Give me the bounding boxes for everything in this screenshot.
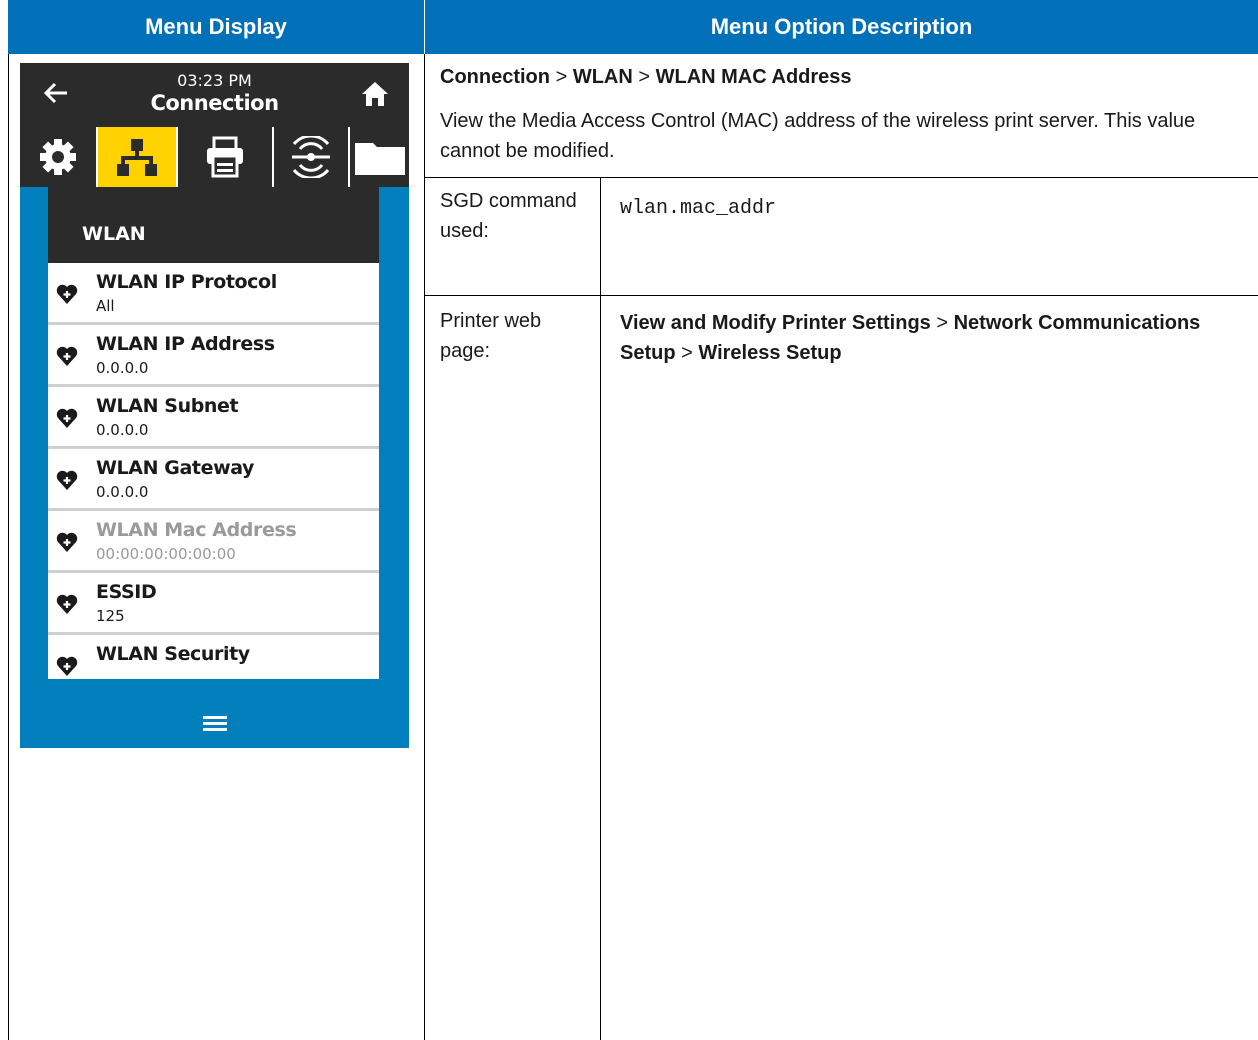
gear-icon xyxy=(40,139,76,175)
item-name: WLAN Mac Address xyxy=(96,519,297,541)
tab-settings[interactable] xyxy=(20,127,96,187)
item-value: 0.0.0.0 xyxy=(96,421,149,439)
favorite-add-icon xyxy=(56,346,78,366)
item-name: WLAN Gateway xyxy=(96,457,255,479)
list-item-wlan-ip-address[interactable]: WLAN IP Address 0.0.0.0 xyxy=(48,325,379,387)
list-item-wlan-gateway[interactable]: WLAN Gateway 0.0.0.0 xyxy=(48,449,379,511)
printer-icon xyxy=(207,136,243,178)
document-table: Menu Display Menu Option Description 03:… xyxy=(8,0,1258,1040)
option-description: View the Media Access Control (MAC) addr… xyxy=(440,110,1196,162)
item-name: WLAN Subnet xyxy=(96,395,239,417)
list-item-wlan-security[interactable]: WLAN Security xyxy=(48,635,379,679)
row-divider-2 xyxy=(425,295,1258,296)
item-name: ESSID xyxy=(96,581,157,603)
table-divider xyxy=(424,54,425,1040)
header-menu-option-description: Menu Option Description xyxy=(425,0,1258,54)
tab-radio[interactable] xyxy=(274,127,348,187)
hamburger-menu-icon[interactable] xyxy=(203,713,227,733)
favorite-add-icon xyxy=(56,532,78,552)
favorite-add-icon xyxy=(56,284,78,304)
settings-list: WLAN WLAN IP Protocol All WLAN IP Addres… xyxy=(48,187,379,679)
header-menu-display: Menu Display xyxy=(8,0,424,54)
item-name: WLAN Security xyxy=(96,643,250,665)
tab-connection[interactable] xyxy=(98,127,176,187)
item-value: 0.0.0.0 xyxy=(96,359,149,377)
printer-display: 03:23 PM Connection WLAN WLAN IP Protoco… xyxy=(20,63,409,748)
favorite-add-icon xyxy=(56,408,78,428)
web-page-path: View and Modify Printer Settings > Netwo… xyxy=(620,312,1201,364)
favorite-add-icon xyxy=(56,656,78,676)
sgd-label: SGD command used: xyxy=(440,190,577,242)
web-page-label: Printer web page: xyxy=(440,310,542,362)
tab-print[interactable] xyxy=(178,127,272,187)
item-value: All xyxy=(96,297,115,315)
list-item-wlan-subnet[interactable]: WLAN Subnet 0.0.0.0 xyxy=(48,387,379,449)
row-divider-1 xyxy=(425,177,1258,178)
favorite-add-icon xyxy=(56,470,78,490)
item-value: 0.0.0.0 xyxy=(96,483,149,501)
favorite-add-icon xyxy=(56,594,78,614)
tab-storage[interactable] xyxy=(350,127,409,187)
title-bar: 03:23 PM Connection xyxy=(20,63,409,127)
item-name: WLAN IP Address xyxy=(96,333,275,355)
sgd-command: wlan.mac_addr xyxy=(620,197,777,220)
item-name: WLAN IP Protocol xyxy=(96,271,277,293)
subtable-divider xyxy=(600,178,601,1040)
clock: 03:23 PM xyxy=(177,71,252,90)
list-item-wlan-mac-address[interactable]: WLAN Mac Address 00:00:00:00:00:00 xyxy=(48,511,379,573)
list-item-wlan-ip-protocol[interactable]: WLAN IP Protocol All xyxy=(48,263,379,325)
list-item-essid[interactable]: ESSID 125 xyxy=(48,573,379,635)
item-value: 00:00:00:00:00:00 xyxy=(96,545,236,563)
home-icon[interactable] xyxy=(361,81,389,107)
menu-path: Connection > WLAN > WLAN MAC Address xyxy=(440,66,852,88)
item-value: 125 xyxy=(96,607,125,625)
folder-icon xyxy=(354,143,405,175)
screen-title: Connection xyxy=(150,91,279,115)
category-tabs xyxy=(20,127,409,187)
list-header: WLAN xyxy=(48,187,379,263)
table-border-left xyxy=(8,54,9,1040)
wireless-icon xyxy=(292,136,330,178)
network-icon xyxy=(117,139,157,176)
